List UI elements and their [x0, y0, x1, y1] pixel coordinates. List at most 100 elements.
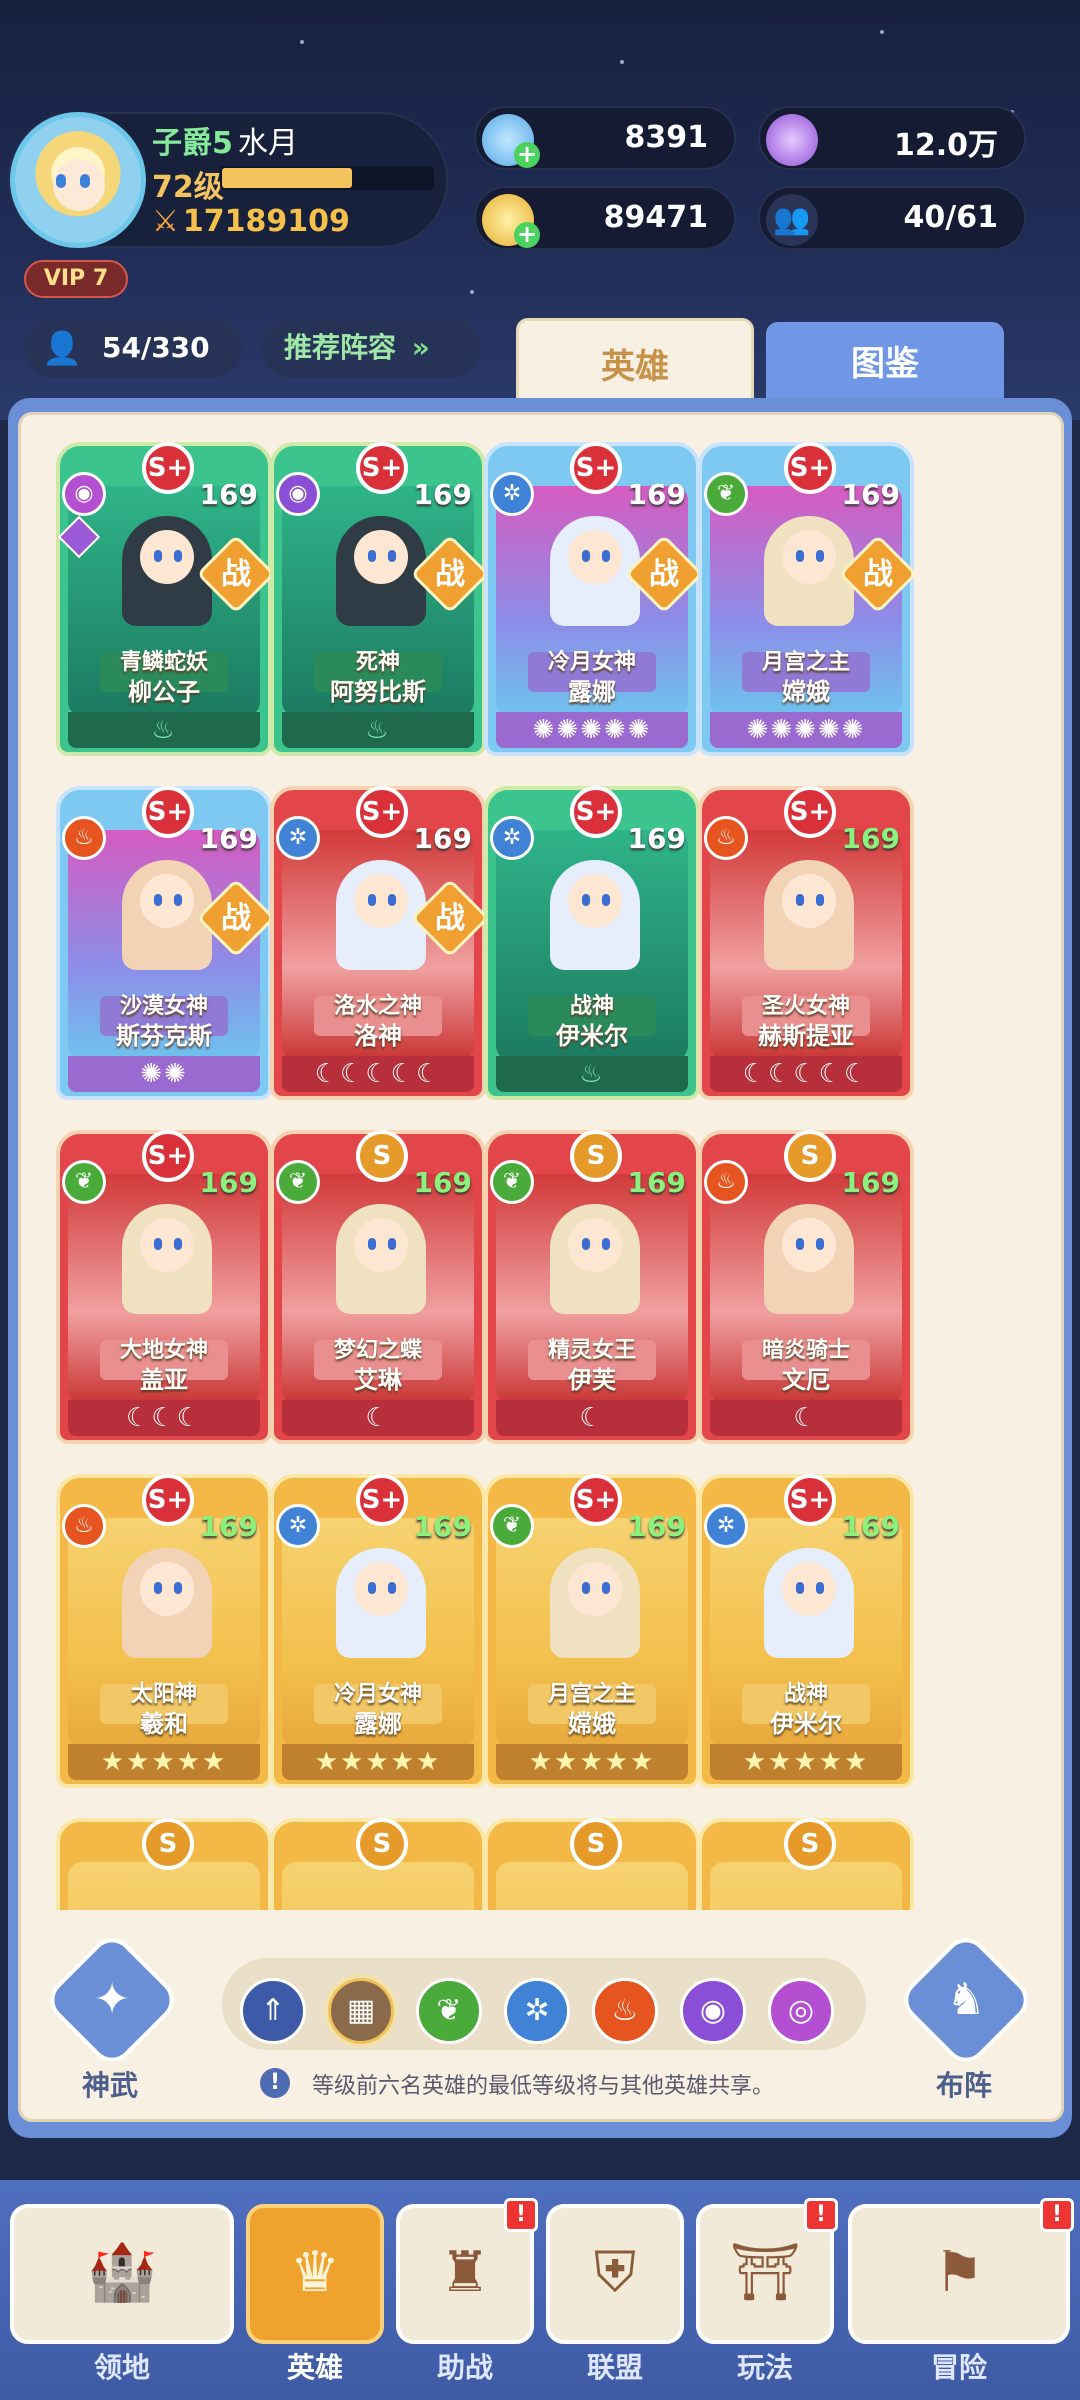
hero-name: 洛神 [354, 1022, 402, 1050]
hero-grid: S+ ◉ 169 战青鳞蛇妖 柳公子 ♨ S+ ◉ 169 战死神 阿努比斯 ♨ S+ ✲ 169 战冷月女神… [28, 420, 1058, 1910]
hero-eye [602, 894, 610, 906]
hero-card[interactable]: S+ ✲ 169 战洛水之神 洛神 ☾☾☾☾☾ [270, 786, 490, 1100]
hero-name: 文厄 [782, 1366, 830, 1394]
hero-name: 阿努比斯 [330, 678, 426, 706]
nav-label: 英雄 [286, 2351, 343, 2384]
hero-eye [602, 1582, 610, 1594]
hero-star-row: ♨ [282, 712, 474, 748]
hero-eye [368, 1238, 376, 1250]
hero-card[interactable]: S ♨ 169 暗炎骑士 文厄 ☾ [698, 1130, 914, 1444]
shield-icon: ⛨ [594, 2240, 636, 2305]
wind-element-icon: ❦ [62, 1160, 106, 1204]
hero-card[interactable]: S+ ♨ 169 战沙漠女神 斯芬克斯 ✺✺ [56, 786, 276, 1100]
hero-card[interactable]: S+ ✲ 169 战冷月女神 露娜 ✺✺✺✺✺ [484, 442, 704, 756]
grade-badge: S+ [142, 786, 194, 838]
grade-badge: S [142, 1818, 194, 1870]
ice-element-icon[interactable]: ✲ [504, 1978, 570, 2044]
hero-eye [368, 1582, 376, 1594]
hero-card[interactable]: S+ ❦ 169 月宫之主 嫦娥 ★★★★★ [484, 1474, 700, 1788]
vip-badge[interactable]: VIP 7 [24, 260, 128, 298]
hero-card[interactable]: S ❦ 169 精灵女王 伊芙 ☾ [484, 1130, 700, 1444]
divine-weapon-label: 神武 [82, 2069, 139, 2102]
hero-level: 169 [841, 1510, 900, 1543]
hero-card[interactable]: S+ ♨ 169 太阳神 羲和 ★★★★★ [56, 1474, 272, 1788]
tab-heroes[interactable]: 英雄 [516, 318, 754, 410]
hero-star-row: ☾☾☾☾☾ [282, 1056, 474, 1092]
hero-card[interactable]: S+ ❦ 169 大地女神 盖亚 ☾☾☾ [56, 1130, 272, 1444]
hero-eye [816, 894, 824, 906]
plus-icon[interactable]: + [514, 142, 540, 168]
nav-label: 领地 [93, 2351, 150, 2384]
currency-star[interactable]: + 8391 [474, 106, 736, 170]
hero-eye [796, 894, 804, 906]
hero-card[interactable]: S [698, 1818, 914, 1910]
alert-icon: ! [504, 2198, 538, 2232]
hero-name: 伊芙 [568, 1366, 616, 1394]
hero-eye [796, 1582, 804, 1594]
hero-name: 露娜 [354, 1710, 402, 1738]
hero-head [140, 1562, 194, 1616]
fire-element-icon: ♨ [62, 816, 106, 860]
hero-eye [368, 550, 376, 562]
roster-count: 54/330 [102, 331, 210, 364]
wind-element-icon[interactable]: ❦ [416, 1978, 482, 2044]
currency-gold[interactable]: + 89471 [474, 186, 736, 250]
fire-element-icon: ♨ [704, 1160, 748, 1204]
hero-card[interactable]: S+ ◉ 169 战青鳞蛇妖 柳公子 ♨ [56, 442, 276, 756]
grade-badge: S [784, 1818, 836, 1870]
hero-card[interactable]: S ❦ 169 梦幻之蝶 艾琳 ☾ [270, 1130, 486, 1444]
all-grid-icon[interactable]: ▦ [328, 1978, 394, 2044]
hero-card[interactable]: S+ ✲ 169 战神 伊米尔 ♨ [484, 786, 700, 1100]
hero-card[interactable]: S+ ❦ 169 战月宫之主 嫦娥 ✺✺✺✺✺ [698, 442, 918, 756]
grade-badge: S+ [570, 786, 622, 838]
hero-star-row: ♨ [68, 712, 260, 748]
hero-card[interactable]: S [56, 1818, 272, 1910]
hero-head [568, 1218, 622, 1272]
hero-eye [582, 1582, 590, 1594]
hero-eye [388, 894, 396, 906]
hero-level: 169 [627, 478, 686, 511]
hero-card[interactable]: S [270, 1818, 486, 1910]
grade-badge: S+ [570, 442, 622, 494]
star-decor [300, 40, 304, 44]
hero-star-row: ☾ [710, 1400, 902, 1436]
grade-badge: S [356, 1130, 408, 1182]
avatar[interactable] [10, 112, 146, 248]
currency-people[interactable]: 👥 40/61 [758, 186, 1026, 250]
hero-card[interactable]: S+ ♨ 169 圣火女神 赫斯提亚 ☾☾☾☾☾ [698, 786, 914, 1100]
hero-card[interactable]: S+ ✲ 169 战神 伊米尔 ★★★★★ [698, 1474, 914, 1788]
level-share-hint: 等级前六名英雄的最低等级将与其他英雄共享。 [312, 2074, 775, 2099]
star-decor [880, 30, 884, 34]
player-rank: 子爵5 [152, 126, 233, 161]
void-element-icon[interactable]: ◉ [680, 1978, 746, 2044]
hero-eye [388, 550, 396, 562]
hero-star-row: ☾ [282, 1400, 474, 1436]
sort-up-icon[interactable]: ⇑ [240, 1978, 306, 2044]
purple-orb-icon [766, 114, 818, 166]
info-icon: ! [260, 2068, 290, 2098]
plus-icon[interactable]: + [514, 222, 540, 248]
wind-element-icon: ❦ [490, 1160, 534, 1204]
fire-element-icon[interactable]: ♨ [592, 1978, 658, 2044]
gate-icon: ⛩ [729, 2240, 801, 2305]
formation-label: 布阵 [936, 2069, 993, 2102]
hero-eye [816, 1238, 824, 1250]
hero-icon: ♛ [289, 2240, 341, 2305]
alert-icon: ! [1040, 2198, 1074, 2232]
hero-star-row: ☾☾☾ [68, 1400, 260, 1436]
hero-card[interactable]: S+ ✲ 169 冷月女神 露娜 ★★★★★ [270, 1474, 486, 1788]
hero-level: 169 [413, 1166, 472, 1199]
hero-eye [816, 550, 824, 562]
recommend-lineup-button[interactable]: 推荐阵容 » [262, 318, 480, 378]
tab-codex[interactable]: 图鉴 [766, 322, 1004, 406]
hero-card[interactable]: S+ ◉ 169 战死神 阿努比斯 ♨ [270, 442, 490, 756]
fire-element-icon: ♨ [704, 816, 748, 860]
hero-eye [154, 1238, 162, 1250]
dark-element-icon[interactable]: ◎ [768, 1978, 834, 2044]
double-chevron-icon: » [411, 331, 430, 364]
hero-eye [582, 550, 590, 562]
hero-name: 嫦娥 [568, 1710, 616, 1738]
currency-orb[interactable]: 12.0万 [758, 106, 1026, 170]
hero-card[interactable]: S [484, 1818, 700, 1910]
roster-count-pill[interactable]: 👤 54/330 [24, 318, 242, 378]
